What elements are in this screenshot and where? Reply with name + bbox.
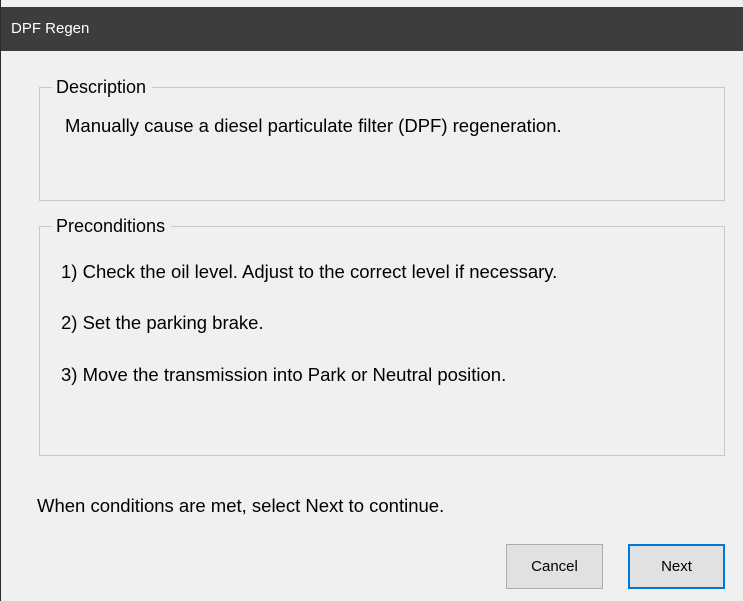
continue-instruction: When conditions are met, select Next to … [37,495,445,516]
description-legend: Description [52,76,153,98]
precondition-step-2: 2) Set the parking brake. [61,312,264,333]
preconditions-group: Preconditions 1) Check the oil level. Ad… [39,215,725,456]
precondition-step-3: 3) Move the transmission into Park or Ne… [61,364,507,385]
cancel-button[interactable]: Cancel [506,544,603,589]
preconditions-legend: Preconditions [52,215,172,237]
next-button[interactable]: Next [628,544,725,589]
description-group: Description Manually cause a diesel part… [39,76,725,201]
window-title: DPF Regen [11,20,90,37]
dpf-regen-dialog: DPF Regen Description Manually cause a d… [0,0,743,601]
title-bar[interactable]: DPF Regen [1,7,743,51]
description-text: Manually cause a diesel particulate filt… [65,115,562,136]
precondition-step-1: 1) Check the oil level. Adjust to the co… [61,261,558,282]
